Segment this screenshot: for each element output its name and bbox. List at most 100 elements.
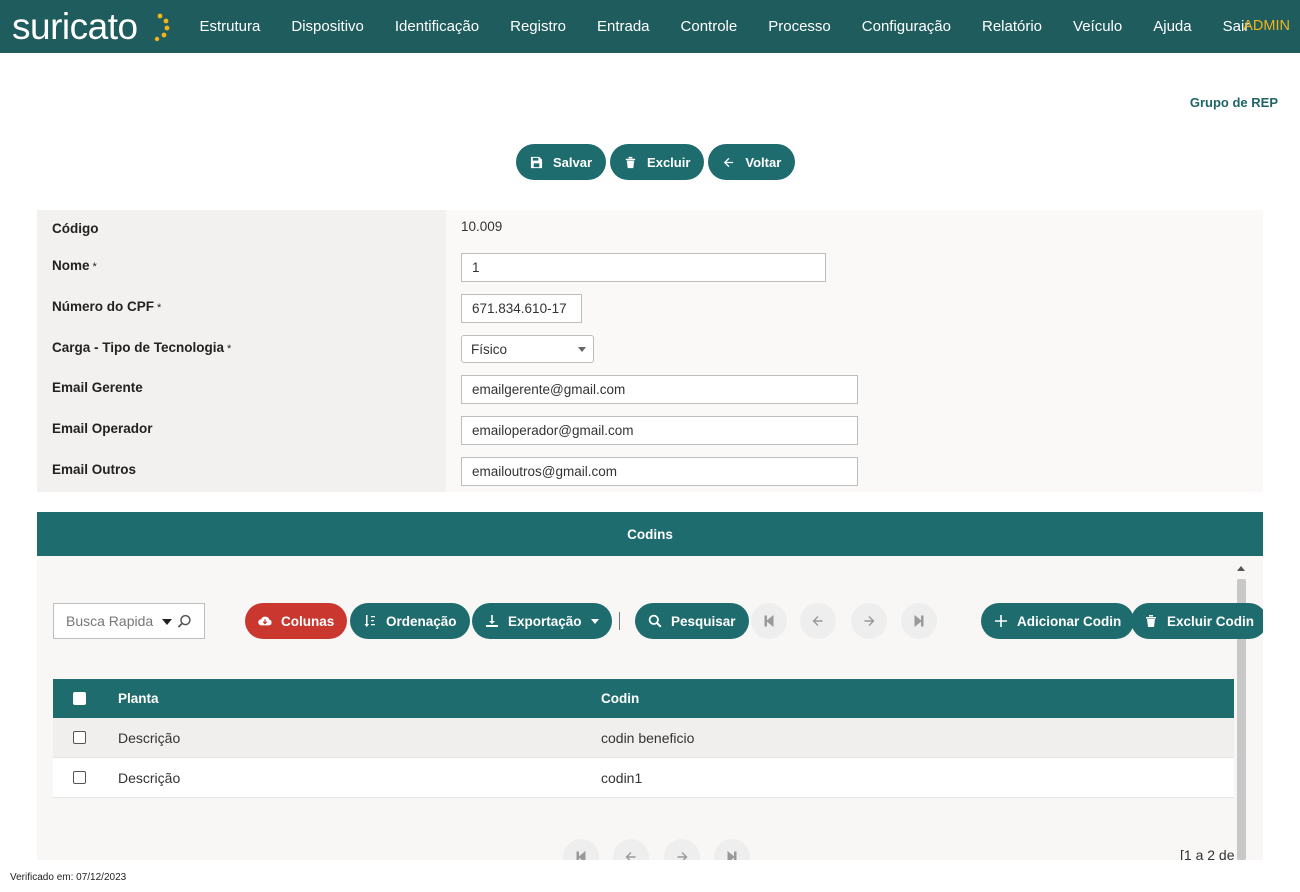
- scroll-up-icon[interactable]: [1237, 566, 1245, 571]
- previous-page-button[interactable]: [613, 839, 649, 860]
- search-button[interactable]: Pesquisar: [635, 603, 749, 639]
- first-page-icon: [576, 851, 586, 860]
- codin-cell: codin beneficio: [601, 729, 695, 746]
- trash-icon: [1146, 615, 1156, 627]
- delete-codin-button[interactable]: Excluir Codin: [1131, 603, 1263, 639]
- nav-processo[interactable]: Processo: [753, 18, 847, 35]
- required-mark: *: [227, 343, 232, 355]
- nome-label-text: Nome: [52, 258, 90, 273]
- table-header: Planta Codin: [53, 679, 1234, 718]
- email-gerente-input[interactable]: emailgerente@gmail.com: [461, 375, 858, 404]
- group-form: Código 10.009 Nome * 1 Número do CPF * 671…: [37, 210, 1263, 492]
- codigo-label: Código: [52, 221, 99, 236]
- carga-select-value: Físico: [471, 341, 508, 357]
- arrow-left-icon: [812, 616, 823, 626]
- search-label: Pesquisar: [671, 613, 736, 629]
- add-codin-label: Adicionar Codin: [1017, 613, 1122, 629]
- planta-cell: Descrição: [118, 729, 181, 746]
- floppy-disk-icon: [530, 156, 543, 168]
- codins-toolbar: Colunas Ordenação Exportação Pesquisar A…: [37, 603, 1263, 639]
- page-title: Grupo de REP: [1189, 95, 1278, 110]
- export-label: Exportação: [508, 613, 582, 629]
- carga-label-text: Carga - Tipo de Tecnologia: [52, 340, 225, 355]
- top-navigation-bar: suricato Estrutura Dispositivo Identific…: [0, 0, 1300, 53]
- last-page-button[interactable]: [714, 839, 750, 860]
- email-outros-label: Email Outros: [52, 462, 137, 477]
- columns-label: Colunas: [281, 613, 335, 629]
- nav-controle[interactable]: Controle: [665, 18, 753, 35]
- last-page-icon: [727, 851, 737, 860]
- nome-input[interactable]: 1: [461, 253, 826, 282]
- download-icon: [486, 615, 498, 627]
- email-operador-input[interactable]: emailoperador@gmail.com: [461, 416, 858, 445]
- previous-page-button[interactable]: [800, 603, 836, 639]
- form-actions: Salvar Excluir Voltar: [516, 144, 796, 180]
- record-range: [1 a 2 de: [1180, 847, 1235, 860]
- nav-registro[interactable]: Registro: [495, 18, 582, 35]
- suricato-logo[interactable]: suricato: [12, 4, 170, 48]
- delete-button[interactable]: Excluir: [610, 144, 705, 180]
- cpf-input[interactable]: 671.834.610-17: [461, 294, 582, 323]
- delete-label: Excluir: [647, 154, 691, 170]
- search-icon: [648, 614, 662, 628]
- back-label: Voltar: [745, 154, 782, 170]
- carga-select[interactable]: Físico: [461, 335, 594, 363]
- first-page-button[interactable]: [563, 839, 599, 860]
- nav-dispositivo[interactable]: Dispositivo: [276, 18, 380, 35]
- column-header-codin[interactable]: Codin: [601, 679, 639, 718]
- nav-configuracao[interactable]: Configuração: [846, 18, 966, 35]
- nav-identificacao[interactable]: Identificação: [379, 18, 494, 35]
- email-operador-label: Email Operador: [52, 421, 153, 436]
- select-all-checkbox[interactable]: [73, 692, 86, 705]
- nav-veiculo[interactable]: Veículo: [1058, 18, 1138, 35]
- row-checkbox[interactable]: [73, 731, 86, 744]
- chevron-down-icon: [578, 347, 586, 352]
- nav-ajuda[interactable]: Ajuda: [1138, 18, 1207, 35]
- codins-table: Planta Codin Descrição codin beneficio D…: [53, 679, 1234, 798]
- logo-dots-icon: [154, 13, 170, 42]
- nav-estrutura[interactable]: Estrutura: [184, 18, 276, 35]
- cpf-label: Número do CPF *: [52, 299, 161, 314]
- last-page-button[interactable]: [901, 603, 937, 639]
- add-codin-button[interactable]: Adicionar Codin: [981, 603, 1135, 639]
- cpf-label-text: Número do CPF: [52, 299, 155, 314]
- codins-section-header: Codins: [37, 512, 1263, 556]
- row-checkbox[interactable]: [73, 771, 86, 784]
- plus-icon: [995, 615, 1007, 627]
- arrow-left-icon: [625, 852, 636, 860]
- back-button[interactable]: Voltar: [708, 144, 796, 180]
- nav-relatorio[interactable]: Relatório: [967, 18, 1058, 35]
- first-page-icon: [764, 615, 774, 627]
- codins-section-title: Codins: [627, 526, 673, 542]
- columns-button[interactable]: Colunas: [245, 603, 348, 639]
- table-row[interactable]: Descrição codin1: [53, 758, 1234, 798]
- logo-text: suricato: [12, 5, 138, 47]
- caret-down-icon: [590, 618, 599, 624]
- nome-label: Nome *: [52, 258, 97, 273]
- table-row[interactable]: Descrição codin beneficio: [53, 718, 1234, 758]
- email-outros-input[interactable]: emailoutros@gmail.com: [461, 457, 858, 486]
- save-button[interactable]: Salvar: [516, 144, 607, 180]
- sort-button[interactable]: Ordenação: [350, 603, 470, 639]
- user-menu[interactable]: ADMIN: [1243, 18, 1290, 34]
- first-page-button[interactable]: [751, 603, 787, 639]
- column-header-planta[interactable]: Planta: [118, 679, 159, 718]
- codigo-value: 10.009: [461, 219, 503, 234]
- carga-label: Carga - Tipo de Tecnologia *: [52, 340, 231, 355]
- next-page-button[interactable]: [851, 603, 887, 639]
- codin-cell: codin1: [601, 769, 643, 786]
- sort-icon: [364, 615, 375, 627]
- verified-date: Verificado em: 07/12/2023: [10, 872, 127, 883]
- sort-label: Ordenação: [386, 613, 457, 629]
- arrow-left-icon: [724, 157, 734, 167]
- next-page-button[interactable]: [664, 839, 700, 860]
- arrow-right-icon: [864, 616, 875, 626]
- nav-entrada[interactable]: Entrada: [581, 18, 665, 35]
- codigo-label-text: Código: [52, 221, 99, 236]
- planta-cell: Descrição: [118, 769, 181, 786]
- export-button[interactable]: Exportação: [472, 603, 612, 639]
- last-page-icon: [914, 615, 924, 627]
- cloud-download-icon: [258, 616, 272, 626]
- arrow-right-icon: [677, 852, 688, 860]
- delete-codin-label: Excluir Codin: [1167, 613, 1255, 629]
